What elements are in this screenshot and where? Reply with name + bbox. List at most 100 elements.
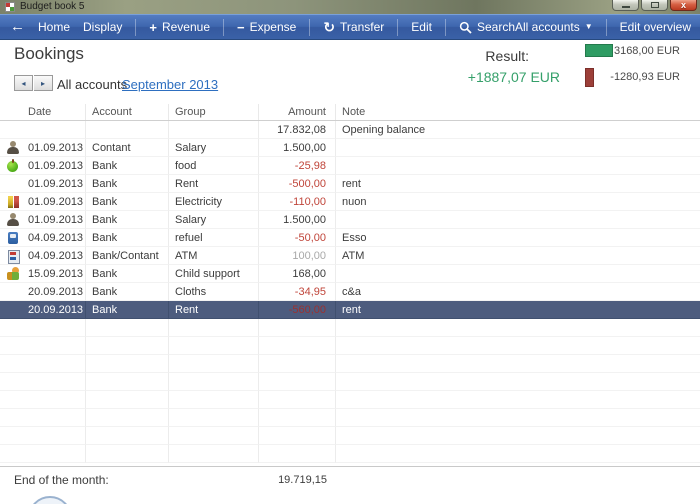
empty-cell: [0, 409, 86, 427]
minus-icon: −: [237, 21, 245, 34]
booking-note: rent: [336, 175, 700, 193]
table-row[interactable]: 01.09.2013BankElectricity-110,00nuon: [0, 193, 700, 211]
empty-cell: [86, 355, 169, 373]
minimize-button[interactable]: [612, 0, 639, 11]
empty-cell: [169, 427, 259, 445]
empty-cell: [169, 337, 259, 355]
period-link[interactable]: September 2013: [122, 77, 218, 92]
table-row[interactable]: 04.09.2013Bank/ContantATM100,00ATM: [0, 247, 700, 265]
apple-icon: [6, 159, 20, 173]
column-header-note[interactable]: Note: [336, 104, 700, 120]
bookings-table: Date Account Group Amount Note 17.832,08…: [0, 104, 700, 463]
partial-circle-button[interactable]: [28, 496, 72, 504]
booking-amount: -34,95: [259, 283, 336, 301]
page-title: Bookings: [14, 44, 84, 64]
empty-row: [0, 409, 700, 427]
table-row[interactable]: 04.09.2013Bankrefuel-50,00Esso: [0, 229, 700, 247]
close-button[interactable]: x: [670, 0, 697, 11]
empty-row: [0, 355, 700, 373]
booking-amount: 168,00: [259, 265, 336, 283]
booking-date: 01.09.2013: [0, 157, 86, 175]
booking-group: Cloths: [169, 283, 259, 301]
main-toolbar: ← Home Display +Revenue −Expense ↻Transf…: [0, 14, 700, 40]
booking-group: Salary: [169, 211, 259, 229]
table-row[interactable]: 20.09.2013BankCloths-34,95c&a: [0, 283, 700, 301]
booking-note: Opening balance: [336, 121, 700, 139]
empty-cell: [259, 373, 336, 391]
maximize-button[interactable]: [641, 0, 668, 11]
booking-note: [336, 139, 700, 157]
previous-month-button[interactable]: ◂: [14, 75, 33, 91]
expense-button[interactable]: −Expense: [237, 20, 296, 34]
table-row[interactable]: 01.09.2013ContantSalary1.500,00: [0, 139, 700, 157]
booking-account: Bank: [86, 301, 169, 319]
table-row[interactable]: 20.09.2013BankRent-560,00rent: [0, 301, 700, 319]
table-row[interactable]: 17.832,08Opening balance: [0, 121, 700, 139]
empty-cell: [336, 427, 700, 445]
accounts-dropdown[interactable]: All accounts▼: [515, 20, 593, 34]
empty-cell: [0, 355, 86, 373]
table-row[interactable]: 01.09.2013Bankfood-25,98: [0, 157, 700, 175]
table-body: 17.832,08Opening balance01.09.2013Contan…: [0, 121, 700, 463]
person-icon: [6, 141, 20, 155]
table-row[interactable]: 01.09.2013BankSalary1.500,00: [0, 211, 700, 229]
expense-bar: [585, 68, 594, 87]
booking-date: 01.09.2013: [0, 193, 86, 211]
edit-button[interactable]: Edit: [411, 20, 432, 34]
booking-amount: -500,00: [259, 175, 336, 193]
minimize-icon: [622, 6, 630, 8]
booking-group: Child support: [169, 265, 259, 283]
result-value: +1887,07 EUR: [425, 69, 560, 85]
empty-cell: [336, 373, 700, 391]
chevron-right-icon: ▸: [41, 79, 45, 88]
next-month-button[interactable]: ▸: [34, 75, 53, 91]
column-header-account[interactable]: Account: [86, 104, 169, 120]
app-window: Budget book 5 x ← Home Display +Revenue …: [0, 0, 700, 504]
window-title: Budget book 5: [20, 0, 85, 14]
column-header-group[interactable]: Group: [169, 104, 259, 120]
empty-cell: [86, 409, 169, 427]
booking-group: refuel: [169, 229, 259, 247]
booking-account: Bank: [86, 175, 169, 193]
toolbar-separator: [397, 19, 398, 36]
toolbar-separator: [223, 19, 224, 36]
empty-row: [0, 373, 700, 391]
empty-cell: [86, 337, 169, 355]
display-button[interactable]: Display: [83, 20, 122, 34]
booking-group: Rent: [169, 301, 259, 319]
empty-cell: [0, 337, 86, 355]
empty-cell: [336, 337, 700, 355]
chevron-left-icon: ◂: [21, 79, 25, 88]
back-button[interactable]: ←: [10, 20, 25, 34]
window-controls: x: [612, 0, 697, 11]
plus-icon: +: [149, 21, 157, 34]
revenue-button[interactable]: +Revenue: [149, 20, 210, 34]
edit-overview-button[interactable]: Edit overview: [620, 20, 691, 34]
empty-cell: [259, 427, 336, 445]
search-button[interactable]: Search: [459, 20, 515, 34]
empty-cell: [259, 445, 336, 463]
booking-note: ATM: [336, 247, 700, 265]
booking-note: [336, 211, 700, 229]
empty-cell: [169, 319, 259, 337]
column-header-date[interactable]: Date: [0, 104, 86, 120]
table-row[interactable]: 01.09.2013BankRent-500,00rent: [0, 175, 700, 193]
booking-account: Bank: [86, 283, 169, 301]
toolbar-separator: [606, 19, 607, 36]
transfer-button[interactable]: ↻Transfer: [323, 20, 384, 34]
empty-cell: [259, 391, 336, 409]
empty-cell: [169, 391, 259, 409]
empty-cell: [0, 319, 86, 337]
column-header-amount[interactable]: Amount: [259, 104, 336, 120]
booking-note: [336, 265, 700, 283]
booking-amount: -25,98: [259, 157, 336, 175]
empty-row: [0, 445, 700, 463]
footer-divider: [0, 466, 700, 467]
battery-icon: [6, 195, 20, 209]
empty-cell: [86, 373, 169, 391]
transfer-icon: ↻: [323, 20, 335, 34]
booking-amount: 1.500,00: [259, 139, 336, 157]
table-row[interactable]: 15.09.2013BankChild support168,00: [0, 265, 700, 283]
empty-cell: [86, 319, 169, 337]
home-button[interactable]: Home: [38, 20, 70, 34]
